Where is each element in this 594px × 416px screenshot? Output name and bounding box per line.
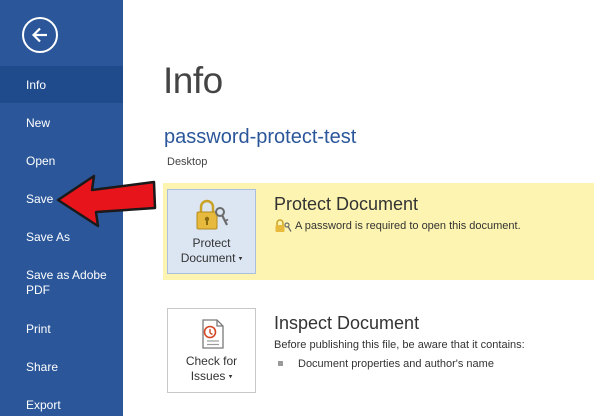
nav-item-label: Save As	[26, 230, 71, 244]
dropdown-caret-icon: ▾	[238, 255, 243, 263]
red-pointer-arrow-icon	[56, 174, 157, 228]
nav-item-share[interactable]: Share	[0, 360, 123, 375]
inspect-bullet-text: Document properties and author's name	[298, 358, 494, 370]
nav-item-info[interactable]: Info	[0, 66, 123, 103]
nav-item-open[interactable]: Open	[0, 154, 123, 169]
inspect-description: Before publishing this file, be aware th…	[274, 339, 525, 351]
nav-item-label-line2: PDF	[26, 283, 50, 297]
document-location[interactable]: Desktop	[167, 156, 207, 168]
nav-item-new[interactable]: New	[0, 116, 123, 131]
nav-item-label: Info	[26, 78, 47, 92]
check-button-label-line2: Issues ▾	[168, 369, 255, 384]
lock-key-icon	[196, 199, 228, 230]
nav-item-save-as-adobe-pdf[interactable]: Save as Adobe PDF	[0, 268, 123, 298]
bullet-icon	[278, 361, 283, 366]
protect-status-text: A password is required to open this docu…	[295, 220, 521, 232]
nav-item-label: Share	[26, 360, 59, 374]
check-button-label-text: Issues	[190, 369, 226, 383]
nav-item-save-as[interactable]: Save As	[0, 230, 123, 245]
nav-item-label: Save as Adobe	[26, 268, 107, 282]
lock-key-small-icon	[275, 219, 292, 232]
page-title: Info	[163, 60, 223, 101]
protect-button-label-line1: Protect	[192, 236, 231, 250]
protect-document-heading: Protect Document	[274, 194, 419, 214]
protect-document-button[interactable]: Protect Document ▾	[167, 189, 256, 274]
nav-item-label: New	[26, 116, 51, 130]
nav-item-label: Print	[26, 322, 51, 336]
nav-item-export[interactable]: Export	[0, 398, 123, 413]
inspect-document-heading: Inspect Document	[274, 313, 420, 333]
dropdown-caret-icon: ▾	[228, 373, 233, 381]
back-button[interactable]	[22, 17, 58, 53]
nav-item-label: Open	[26, 154, 56, 168]
check-for-issues-button[interactable]: Check for Issues ▾	[167, 308, 256, 393]
nav-item-label: Export	[26, 398, 61, 412]
protect-button-label-text: Document	[180, 251, 236, 265]
inspect-document-icon	[201, 319, 224, 349]
back-arrow-icon	[31, 27, 47, 43]
check-button-label-line1: Check for	[185, 354, 238, 368]
nav-item-print[interactable]: Print	[0, 322, 123, 337]
document-name: password-protect-test	[164, 126, 357, 148]
protect-button-label-line2: Document ▾	[168, 251, 255, 266]
